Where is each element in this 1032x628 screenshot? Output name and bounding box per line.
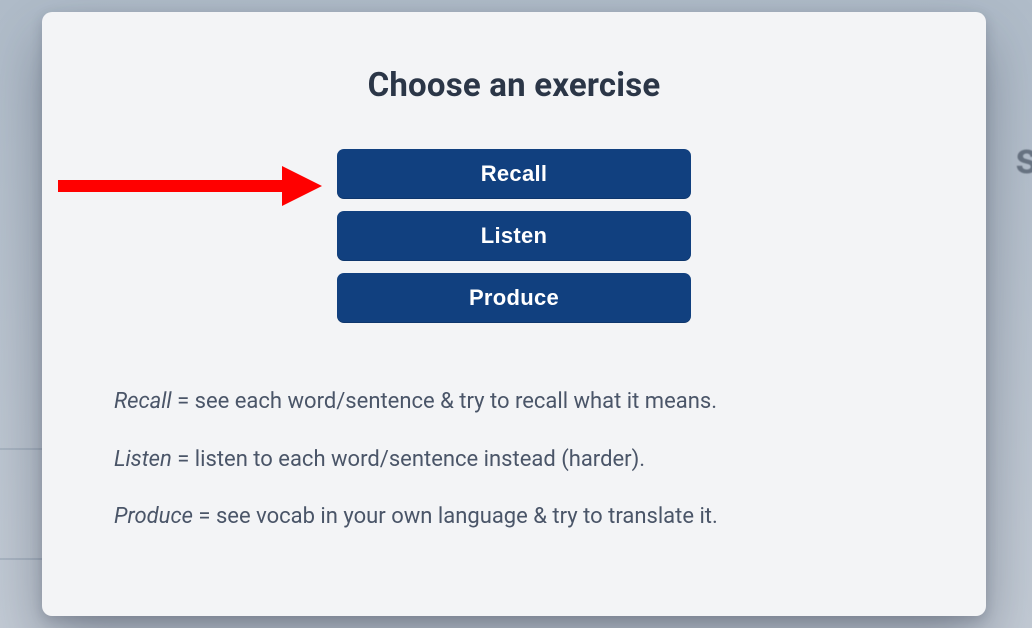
- recall-description-eq: =: [172, 389, 195, 414]
- exercise-descriptions: Recall = see each word/sentence & try to…: [114, 387, 986, 532]
- produce-button[interactable]: Produce: [337, 273, 691, 323]
- app-background: s Choose an exercise Recall Listen Produ…: [0, 0, 1032, 628]
- produce-description: Produce = see vocab in your own language…: [114, 502, 986, 532]
- listen-button[interactable]: Listen: [337, 211, 691, 261]
- exercise-button-group: Recall Listen Produce: [337, 149, 691, 323]
- recall-description: Recall = see each word/sentence & try to…: [114, 387, 986, 417]
- produce-description-term: Produce: [114, 504, 193, 529]
- background-divider: [0, 448, 42, 450]
- produce-description-text: see vocab in your own language & try to …: [216, 504, 718, 529]
- produce-description-eq: =: [193, 504, 216, 529]
- exercise-chooser-modal: Choose an exercise Recall Listen Produce…: [42, 12, 986, 616]
- background-text-glimpse: s: [1015, 132, 1032, 184]
- listen-description-term: Listen: [114, 447, 172, 472]
- recall-button[interactable]: Recall: [337, 149, 691, 199]
- listen-description: Listen = listen to each word/sentence in…: [114, 445, 986, 475]
- recall-description-text: see each word/sentence & try to recall w…: [195, 389, 717, 414]
- modal-title: Choose an exercise: [42, 66, 986, 105]
- recall-description-term: Recall: [114, 389, 172, 414]
- background-divider: [0, 558, 42, 560]
- listen-description-text: listen to each word/sentence instead (ha…: [195, 447, 645, 472]
- listen-description-eq: =: [172, 447, 195, 472]
